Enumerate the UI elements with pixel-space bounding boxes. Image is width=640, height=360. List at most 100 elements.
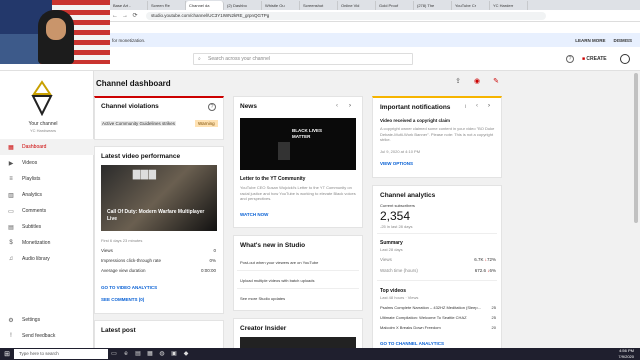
sidebar-item-playlists[interactable]: ≡ Playlists [0, 171, 94, 187]
browser-tab[interactable]: Gold Proof [376, 1, 414, 10]
store-icon[interactable]: ▦ [144, 349, 156, 359]
folder-icon[interactable]: ▤ [132, 349, 144, 359]
edge-icon[interactable]: e [120, 349, 132, 359]
create-button[interactable]: ■ CREATE [582, 54, 612, 64]
sidebar-item-dashboard[interactable]: ▦ Dashboard [0, 139, 94, 155]
scrollbar-thumb[interactable] [634, 73, 638, 223]
go-to-channel-analytics-link[interactable]: GO TO CHANNEL ANALYTICS [380, 341, 444, 346]
create-label: CREATE [586, 56, 607, 62]
figure-shape [278, 142, 290, 160]
browser-tab[interactable]: (278) The [414, 1, 452, 10]
sidebar-item-label: Dashboard [22, 144, 47, 150]
bookmarks-bar [110, 22, 640, 33]
latest-post-title: Latest post [101, 327, 136, 334]
sidebar-item-videos[interactable]: ▶ Videos [0, 155, 94, 171]
your-channel-label: Your channel [28, 121, 58, 127]
violation-rule[interactable]: Active Community Guidelines strikes [101, 121, 177, 126]
creator-insider-title: Creator Insider [240, 325, 287, 332]
sidebar-item-label: Videos [22, 160, 38, 166]
browser-tab[interactable]: YouTube Cr [452, 1, 490, 10]
go-to-video-analytics-link[interactable]: GO TO VIDEO ANALYTICS [101, 285, 157, 290]
warning-badge: Warning [195, 120, 218, 127]
divider [237, 288, 359, 289]
sidebar-item-label: Analytics [22, 192, 43, 198]
top-video-row[interactable]: Ultimate Compilation: Welcome To Seattle… [380, 315, 496, 320]
sidebar-item-audio-library[interactable]: ♫ Audio library [0, 251, 94, 267]
browser-tab-active[interactable]: Channel da [186, 1, 224, 10]
taskbar-clock[interactable]: 4:56 PM 7/9/2020 [618, 348, 634, 360]
summary-title: Summary [380, 240, 403, 246]
sidebar-item-analytics[interactable]: ▥ Analytics [0, 187, 94, 203]
taskbar-search-input[interactable]: Type here to search [14, 349, 108, 359]
news-image[interactable]: BLACK LIVES MATTER [240, 118, 356, 170]
whats-new-title: What's new in Studio [240, 242, 306, 249]
help-icon[interactable]: ? [208, 103, 216, 111]
browser-tab[interactable]: Online Vid [338, 1, 376, 10]
sidebar-item-feedback[interactable]: ! Send feedback [0, 328, 94, 344]
chevron-left-icon[interactable]: ‹ [476, 103, 478, 109]
app-icon[interactable]: ◆ [180, 349, 192, 359]
windows-start-icon[interactable]: ⊞ [0, 350, 14, 358]
help-icon[interactable]: ? [566, 55, 574, 63]
task-view-icon[interactable]: ▭ [108, 349, 120, 359]
stat-value: 0 [213, 248, 216, 253]
search-input[interactable]: ⌕ Search across your channel [193, 53, 413, 65]
channel-logo[interactable] [30, 80, 54, 116]
forward-icon[interactable]: → [120, 13, 130, 19]
feedback-icon: ! [10, 333, 12, 339]
browser-tab[interactable]: (2) Dashbo [224, 1, 262, 10]
sidebar-item-subtitles[interactable]: ▤ Subtitles [0, 219, 94, 235]
video-title: Call Of Duty: Modern Warfare Multiplayer… [107, 209, 205, 222]
channel-name: YC Hardwears [29, 128, 56, 133]
upload-icon[interactable]: ⇪ [453, 77, 463, 87]
url-field[interactable]: studio.youtube.com/channel/UC3Y1IWN2kRE_… [146, 11, 546, 20]
page-scrollbar[interactable] [632, 71, 640, 350]
account-avatar[interactable] [620, 54, 630, 64]
news-body: YouTube CEO Susan Wojcicki's Letter to t… [240, 185, 356, 201]
see-comments-link[interactable]: SEE COMMENTS (0) [101, 297, 144, 302]
violations-title: Channel violations [101, 103, 159, 110]
notice-message: for monetization. [112, 37, 146, 43]
browser-tab[interactable]: Screenshot [300, 1, 338, 10]
whats-new-item[interactable]: See more Studio updates [240, 296, 285, 301]
whats-new-item[interactable]: Post-out when your viewers are on YouTub… [240, 260, 318, 265]
chevron-right-icon[interactable]: › [488, 103, 490, 109]
chrome-icon[interactable]: ◍ [156, 349, 168, 359]
sidebar-item-monetization[interactable]: $ Monetization [0, 235, 94, 251]
top-video-views: 20 [491, 325, 496, 330]
app-icon[interactable]: ▣ [168, 349, 180, 359]
learn-more-button[interactable]: LEARN MORE [575, 38, 605, 43]
video-thumbnail[interactable]: ▇▇▇ Call Of Duty: Modern Warfare Multipl… [101, 165, 217, 231]
top-video-row[interactable]: Psalms Complete Narration – 432HZ Medita… [380, 305, 496, 310]
go-live-icon[interactable]: ◉ [472, 77, 482, 87]
browser-tab[interactable]: YC Harderr [490, 1, 528, 10]
sidebar-item-settings[interactable]: ⚙ Settings [0, 312, 94, 328]
sidebar-item-label: Comments [22, 208, 47, 214]
top-videos-title: Top videos [380, 288, 407, 294]
videos-icon: ▶ [8, 160, 14, 167]
browser-tab-bar: Base Art - Screen Re Channel da (2) Dash… [110, 0, 640, 10]
watch-now-link[interactable]: WATCH NOW [240, 212, 268, 217]
webcam-overlay [0, 0, 110, 64]
back-icon[interactable]: ← [110, 13, 120, 19]
metric-change: 6% [489, 268, 496, 273]
whats-new-item[interactable]: Upload multiple videos with batch upload… [240, 278, 315, 283]
reload-icon[interactable]: ⟳ [130, 12, 140, 19]
sidebar-item-comments[interactable]: ▭ Comments [0, 203, 94, 219]
browser-tab[interactable]: Screen Re [148, 1, 186, 10]
camera-icon: ■ [582, 56, 586, 62]
browser-tab[interactable]: Base Art - [110, 1, 148, 10]
view-options-link[interactable]: VIEW OPTIONS [380, 161, 413, 166]
metric-label: Watch time (hours) [380, 268, 418, 273]
chevron-left-icon[interactable]: ‹ [336, 103, 338, 109]
create-post-icon[interactable]: ✎ [491, 77, 501, 87]
chevron-right-icon[interactable]: › [349, 103, 351, 109]
top-video-row[interactable]: Malcolm X Breaks Down Freedom 20 [380, 325, 496, 330]
subscribers-label: Current subscribers [380, 203, 415, 208]
info-icon[interactable]: i [465, 104, 466, 110]
dismiss-button[interactable]: DISMISS [613, 38, 632, 43]
summary-row: Watch time (hours) 672.6 ↓6% [380, 268, 496, 273]
playlists-icon: ≡ [9, 176, 13, 182]
browser-tab[interactable]: Whistle Ou [262, 1, 300, 10]
sidebar-item-label: Monetization [22, 240, 51, 246]
